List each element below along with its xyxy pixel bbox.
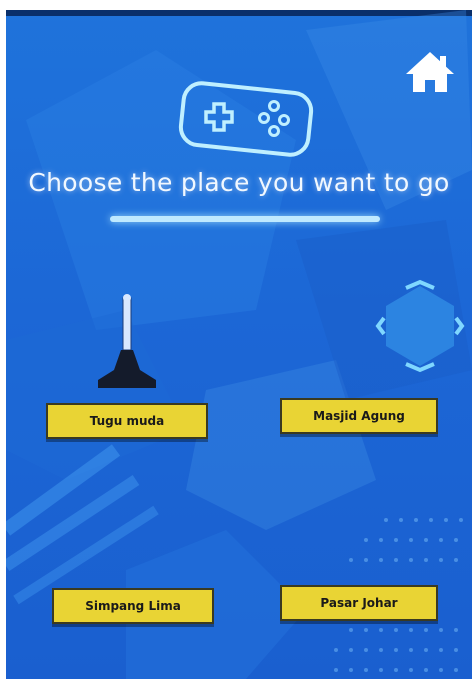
home-button[interactable] bbox=[404, 48, 456, 96]
masjid-agung-button[interactable]: Masjid Agung bbox=[280, 398, 438, 434]
gamepad-icon bbox=[178, 81, 314, 157]
monument-icon bbox=[98, 294, 156, 388]
tugu-muda-button[interactable]: Tugu muda bbox=[46, 403, 208, 439]
title-underline bbox=[110, 216, 380, 222]
hexagon-icon bbox=[375, 279, 465, 373]
page-title: Choose the place you want to go bbox=[28, 168, 450, 197]
pasar-johar-button[interactable]: Pasar Johar bbox=[280, 585, 438, 621]
top-edge bbox=[6, 10, 472, 16]
game-screen: Choose the place you want to go Tugu mud… bbox=[6, 10, 472, 679]
home-icon bbox=[406, 52, 454, 92]
simpang-lima-button[interactable]: Simpang Lima bbox=[52, 588, 214, 624]
